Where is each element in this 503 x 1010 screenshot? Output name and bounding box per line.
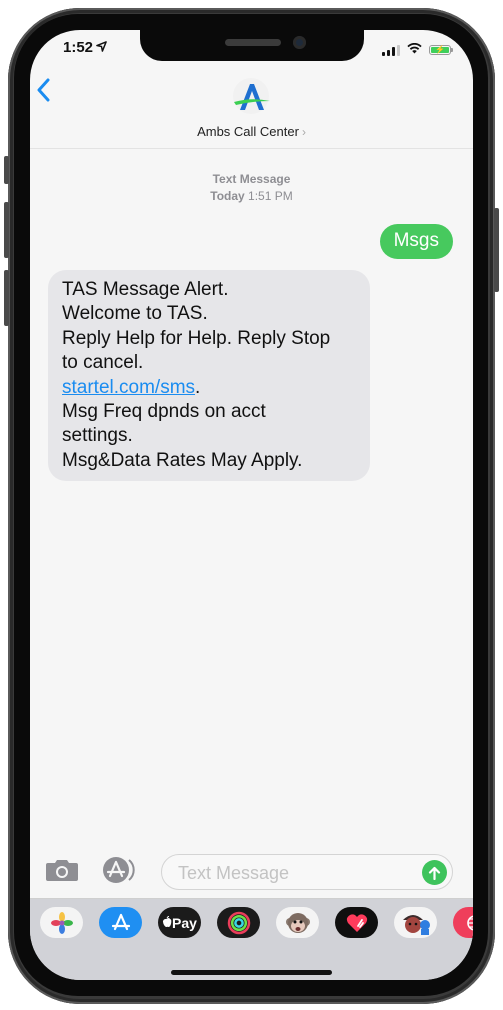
app-activity[interactable]	[217, 907, 260, 938]
cellular-signal-icon	[382, 44, 400, 56]
memoji-stickers-icon	[402, 914, 430, 935]
photos-icon	[50, 911, 73, 934]
message-timestamp: Today 1:51 PM	[30, 189, 473, 203]
startel-link[interactable]: startel.com/sms	[62, 377, 195, 398]
activity-rings-icon	[227, 911, 250, 934]
header-divider	[30, 148, 473, 149]
outgoing-message-bubble[interactable]: Msgs	[379, 224, 453, 259]
message-line: TAS Message Alert.	[62, 279, 229, 300]
message-line: Msg Freq dpnds on acct	[62, 401, 266, 423]
app-animoji[interactable]	[276, 907, 319, 938]
message-line-link: startel.com/sms.	[62, 376, 358, 400]
message-text: Msgs	[393, 230, 439, 251]
timestamp-time: 1:51 PM	[248, 189, 293, 203]
front-camera	[293, 36, 306, 49]
app-app-store[interactable]	[99, 907, 142, 938]
app-web-search[interactable]	[453, 907, 473, 938]
speaker-grille	[225, 39, 281, 46]
volume-down-button	[4, 270, 9, 326]
back-button[interactable]	[36, 78, 50, 108]
digital-touch-heart-icon	[346, 913, 367, 932]
message-line: to cancel.	[62, 352, 144, 374]
ambs-logo-icon[interactable]	[226, 78, 276, 114]
send-arrow-up-icon	[428, 866, 441, 880]
app-memoji-stickers[interactable]	[394, 907, 437, 938]
camera-icon	[46, 860, 78, 881]
apps-button[interactable]	[102, 856, 138, 884]
message-input[interactable]	[176, 861, 410, 885]
message-line: settings.	[62, 425, 133, 447]
status-time: 1:52	[63, 39, 107, 56]
notch	[140, 30, 364, 61]
timestamp-day: Today	[210, 189, 245, 203]
message-line: Reply Help for Help. Reply Stop	[62, 327, 331, 349]
message-line: Msg&Data Rates May Apply.	[62, 449, 303, 471]
contact-name: Ambs Call Center	[197, 124, 299, 139]
incoming-message-bubble[interactable]: TAS Message Alert. Welcome to TAS. Reply…	[48, 270, 370, 482]
link-suffix: .	[195, 376, 201, 398]
apple-pay-icon	[162, 915, 172, 931]
app-apple-pay[interactable]: Pay	[158, 907, 201, 938]
animoji-monkey-icon	[285, 912, 310, 933]
battery-charging-icon: ⚡	[429, 45, 453, 55]
volume-up-button	[4, 202, 9, 258]
charging-bolt-icon: ⚡	[431, 46, 449, 54]
contact-name-button[interactable]: Ambs Call Center ›	[30, 124, 473, 139]
globe-search-icon	[466, 914, 473, 931]
apple-pay-label: Pay	[172, 914, 197, 931]
location-arrow-icon	[96, 41, 107, 55]
imessage-app-drawer: Pay	[30, 899, 473, 980]
chevron-right-icon: ›	[301, 125, 306, 139]
time-text: 1:52	[63, 39, 94, 56]
messages-screen: 1:52 ⚡ Ambs Call Center › Text Message To…	[30, 30, 473, 980]
app-digital-touch[interactable]	[335, 907, 378, 938]
camera-button[interactable]	[45, 858, 79, 882]
power-button	[494, 208, 499, 292]
service-label: Text Message	[212, 172, 291, 186]
status-icons: ⚡	[382, 41, 453, 59]
composer-bar	[30, 848, 473, 898]
app-store-icon	[111, 913, 130, 930]
mute-switch	[4, 156, 9, 184]
send-button[interactable]	[422, 860, 447, 885]
home-indicator[interactable]	[171, 970, 332, 975]
message-input-field[interactable]	[161, 854, 453, 890]
app-photos[interactable]	[40, 907, 83, 938]
app-store-icon	[103, 857, 135, 883]
chevron-left-icon	[37, 78, 50, 102]
message-line: Welcome to TAS.	[62, 303, 208, 325]
wifi-icon	[407, 41, 422, 59]
